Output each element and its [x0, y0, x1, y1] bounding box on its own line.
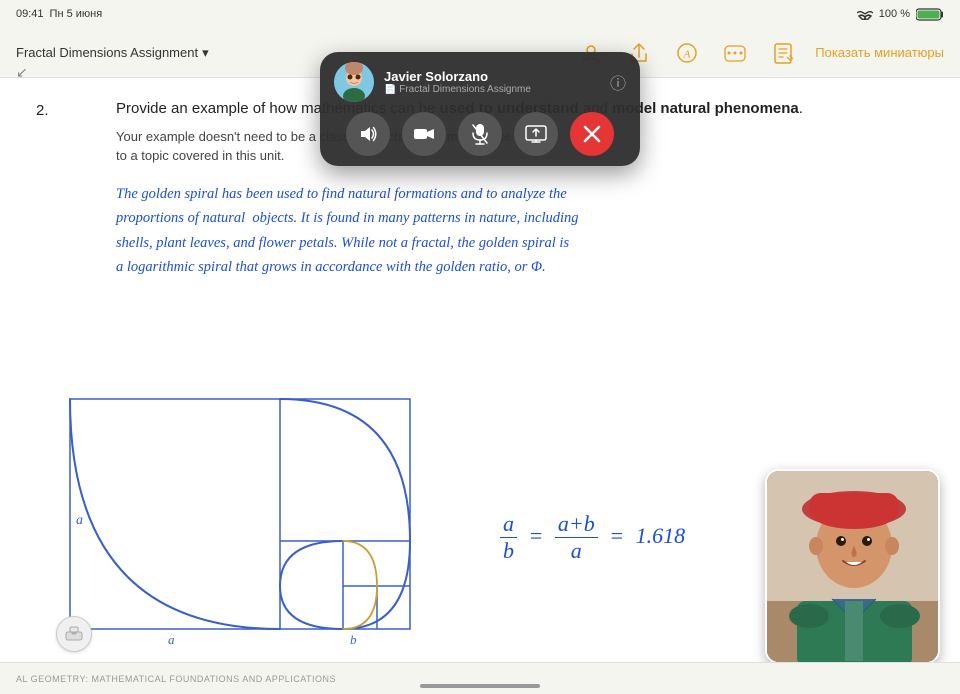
svg-text:b: b: [350, 632, 357, 647]
screen-share-button[interactable]: [514, 112, 558, 156]
show-thumbnails-button[interactable]: Показать миниатюры: [815, 45, 944, 60]
collapse-icon[interactable]: ↙: [16, 64, 28, 81]
golden-spiral-diagram: a a b: [60, 384, 440, 654]
bottom-bar-text: AL GEOMETRY: MATHEMATICAL FOUNDATIONS AN…: [16, 674, 336, 684]
svg-text:a: a: [76, 513, 83, 528]
screen-share-icon: [525, 125, 547, 143]
facetime-overlay: Javier Solorzano 📄 Fractal Dimensions As…: [320, 52, 640, 166]
camera-icon: [413, 125, 435, 143]
svg-text:a: a: [168, 632, 175, 647]
doc-name: Fractal Dimensions Assignme: [399, 84, 531, 95]
toolbar-left: ↙ Fractal Dimensions Assignment ▾: [16, 45, 209, 61]
bottom-bar: AL GEOMETRY: MATHEMATICAL FOUNDATIONS AN…: [0, 662, 960, 694]
note-icon: [773, 42, 793, 64]
status-left: 09:41 Пн 5 июня: [16, 8, 102, 20]
status-battery: 100 %: [879, 8, 910, 20]
more-icon: [724, 42, 746, 64]
main-content: 2. Provide an example of how mathematics…: [0, 78, 960, 694]
page-content: 2. Provide an example of how mathematics…: [0, 78, 960, 694]
spiral-svg: a a b: [60, 384, 440, 654]
home-indicator: [420, 684, 540, 688]
svg-text:A: A: [683, 48, 691, 60]
facetime-camera-window[interactable]: [765, 469, 940, 664]
golden-ratio-formula: a b = a+b a = 1.618: [500, 511, 685, 564]
end-call-button[interactable]: [570, 112, 614, 156]
handwritten-answer: The golden spiral has been used to find …: [116, 182, 912, 281]
status-bar: 09:41 Пн 5 июня 100 %: [0, 0, 960, 28]
caller-info: Javier Solorzano 📄 Fractal Dimensions As…: [384, 69, 600, 95]
note-icon-button[interactable]: [767, 37, 799, 69]
end-call-icon: [580, 122, 604, 146]
markup-icon-button[interactable]: A: [671, 37, 703, 69]
person-svg: [767, 471, 940, 664]
camera-feed: [767, 471, 938, 662]
speaker-button[interactable]: [346, 112, 390, 156]
camera-button[interactable]: [402, 112, 446, 156]
caller-doc: 📄 Fractal Dimensions Assignme: [384, 84, 584, 95]
eraser-tool[interactable]: [56, 616, 92, 652]
wifi-icon: [857, 8, 873, 20]
doc-icon: 📄: [384, 84, 396, 95]
facetime-controls: [334, 112, 626, 156]
doc-title-button[interactable]: Fractal Dimensions Assignment ▾: [16, 45, 209, 61]
doc-title-label: Fractal Dimensions Assignment: [16, 45, 198, 60]
status-time: 09:41: [16, 8, 44, 20]
caller-name: Javier Solorzano: [384, 69, 600, 84]
mute-button[interactable]: [458, 112, 502, 156]
eraser-icon: [64, 624, 84, 644]
chevron-down-icon: ▾: [202, 45, 209, 61]
question-number: 2.: [36, 102, 49, 119]
speaker-icon: [358, 124, 378, 144]
markup-icon: A: [676, 42, 698, 64]
status-right: 100 %: [857, 8, 944, 21]
more-icon-button[interactable]: [719, 37, 751, 69]
facetime-header: Javier Solorzano 📄 Fractal Dimensions As…: [334, 62, 626, 102]
microphone-icon: [471, 123, 489, 145]
status-day: Пн 5 июня: [50, 8, 103, 20]
facetime-info-button[interactable]: ⓘ: [610, 70, 626, 94]
caller-avatar: [334, 62, 374, 102]
avatar-icon: [334, 62, 374, 102]
battery-icon: [916, 8, 944, 21]
